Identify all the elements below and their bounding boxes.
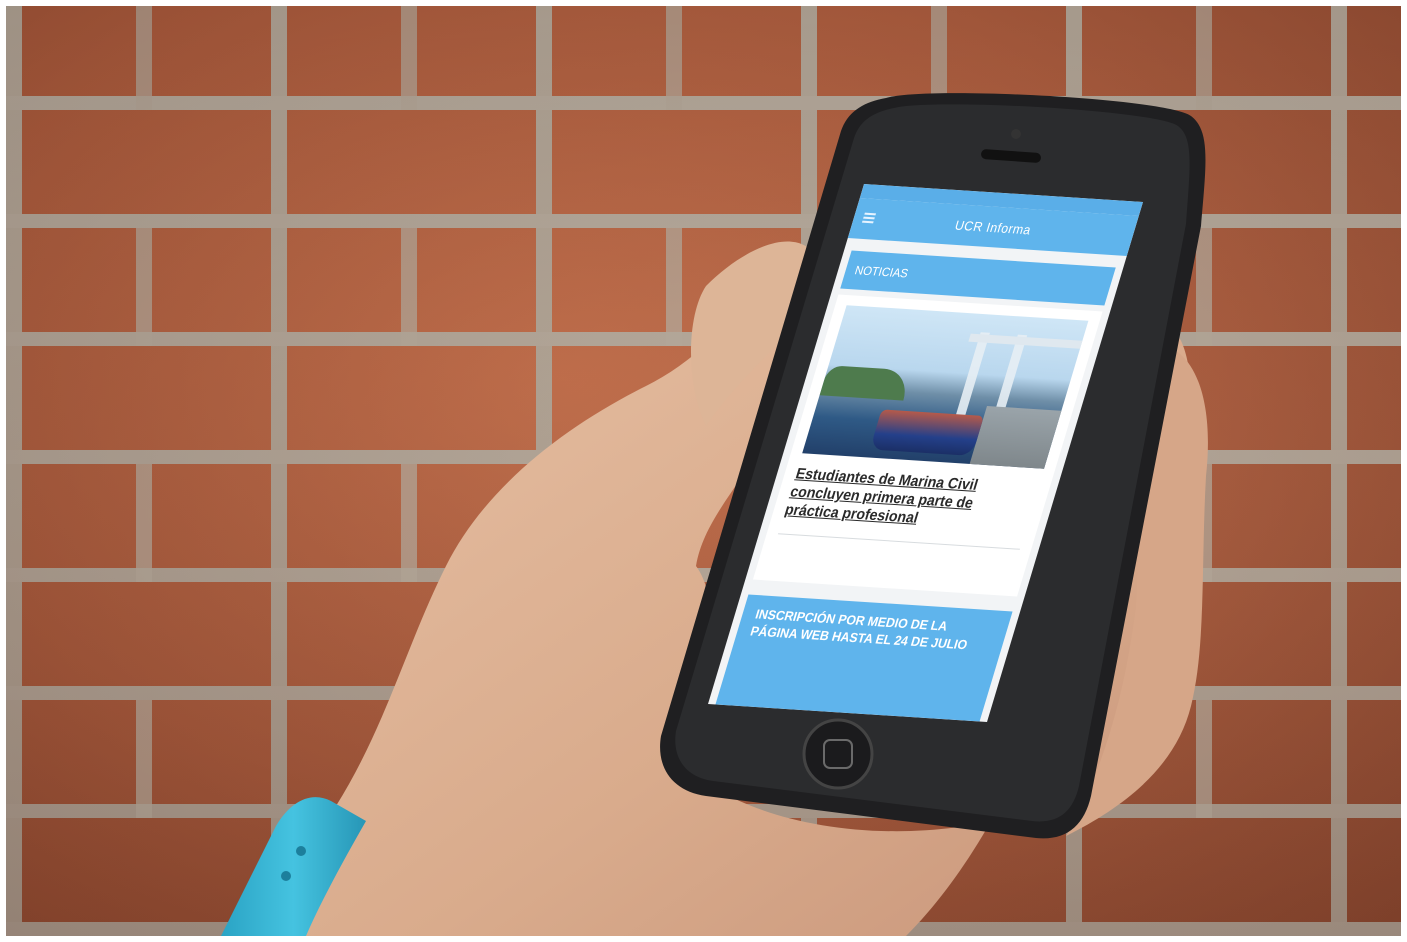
- news-photo-ship: [869, 409, 984, 456]
- registration-banner[interactable]: INSCRIPCIÓN POR MEDIO DE LA PÁGINA WEB H…: [715, 594, 1013, 722]
- camera-icon: [1011, 129, 1021, 139]
- menu-icon[interactable]: [861, 212, 877, 224]
- news-divider: [777, 533, 1020, 550]
- app-title: UCR Informa: [953, 217, 1034, 237]
- brick-wall-background: UCR Informa NOTICIAS Estudiantes de Mari…: [6, 6, 1401, 936]
- news-card[interactable]: Estudiantes de Marina Civil concluyen pr…: [752, 294, 1103, 597]
- news-photo-dock: [969, 406, 1071, 469]
- home-button-icon: [802, 718, 874, 790]
- news-photo-trees: [819, 365, 913, 401]
- news-photo[interactable]: [802, 305, 1089, 469]
- more-news-link[interactable]: [763, 546, 1027, 563]
- phone-screen: UCR Informa NOTICIAS Estudiantes de Mari…: [708, 184, 1143, 722]
- news-title[interactable]: Estudiantes de Marina Civil concluyen pr…: [782, 465, 1031, 534]
- phone-screen-area: UCR Informa NOTICIAS Estudiantes de Mari…: [606, 156, 1166, 722]
